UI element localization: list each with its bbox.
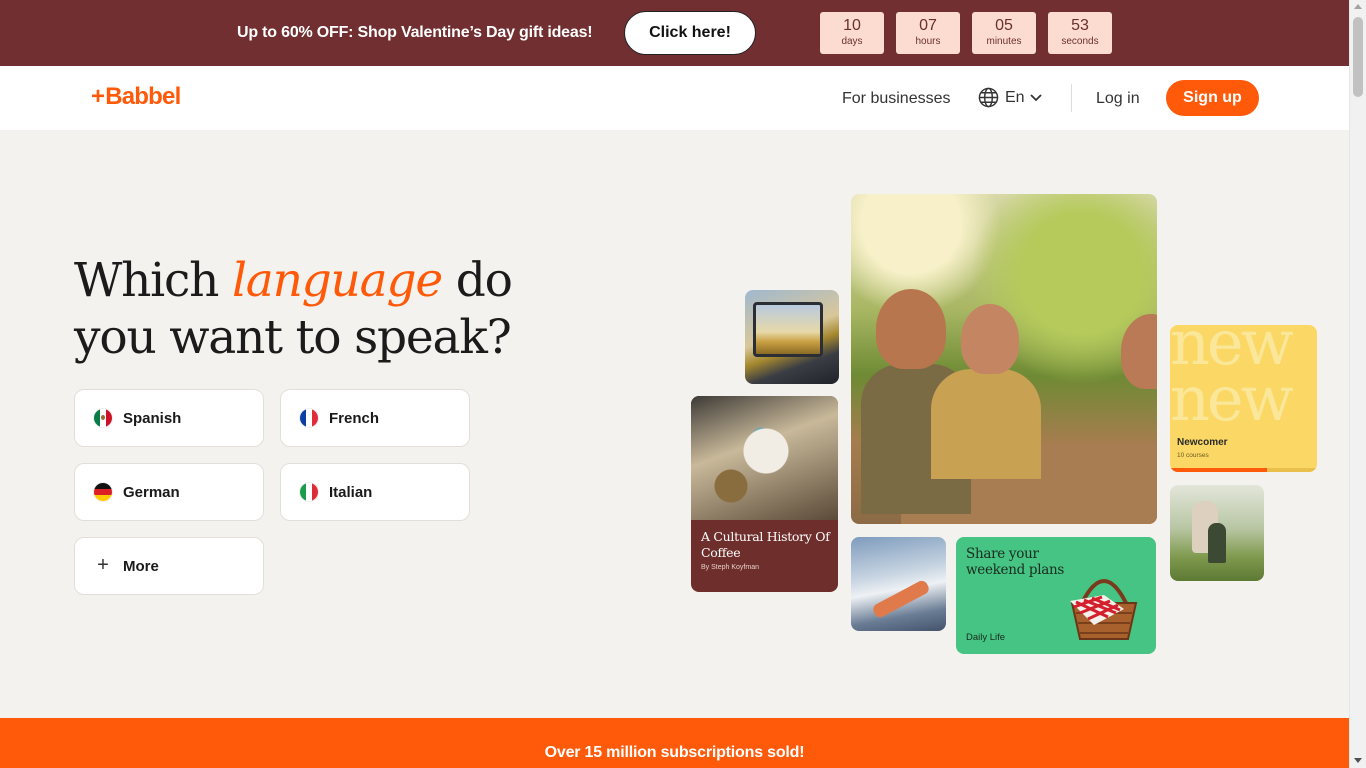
signup-button[interactable]: Sign up [1166,80,1259,116]
airplane-window-image [851,537,946,631]
language-label: Spanish [123,409,182,427]
language-card-more[interactable]: + More [74,537,264,595]
coffee-article-title: A Cultural History Of Coffee [701,529,830,560]
babbel-logo[interactable]: +Babbel [91,83,181,111]
logo-plus: + [91,83,105,110]
garden-image [1170,485,1264,581]
stats-text: Over 15 million subscriptions sold! [544,744,805,761]
countdown-value: 07 [919,17,937,34]
countdown-minutes: 05 minutes [972,12,1036,54]
login-link[interactable]: Log in [1096,90,1140,108]
weekend-plans-card[interactable]: Share your weekend plans Daily Life [956,537,1156,654]
countdown-label: days [841,36,863,47]
language-label: French [329,409,380,427]
language-card-french[interactable]: French [280,389,470,447]
picnic-basket-icon [1070,579,1138,640]
germany-flag-icon [93,482,113,502]
countdown-label: seconds [1061,36,1099,47]
new-watermark: new new [1170,325,1294,430]
weekend-plans-tag: Daily Life [966,632,1006,643]
site-header: +Babbel For businesses En Log in Sign up [0,66,1349,130]
countdown-label: hours [915,36,941,47]
language-card-german[interactable]: German [74,463,264,521]
newcomer-course-card[interactable]: new new Newcomer 10 courses [1170,325,1317,472]
car-window-image [745,290,839,384]
logo-text: Babbel [105,83,181,110]
new-watermark-line: new [1170,362,1294,435]
newcomer-courses: 10 courses [1177,452,1209,459]
scroll-thumb[interactable] [1353,17,1363,97]
countdown-value: 05 [995,17,1013,34]
coffee-article-author: By Steph Koyfman [701,564,759,571]
language-card-spanish[interactable]: Spanish [74,389,264,447]
scroll-up-arrow-icon[interactable] [1354,4,1362,9]
language-card-italian[interactable]: Italian [280,463,470,521]
hero-title: Which language do you want to speak? [74,252,513,366]
page-scrollbar[interactable] [1349,0,1366,768]
hero-title-accent: language [231,253,443,308]
countdown-days: 10 days [820,12,884,54]
nav-divider [1071,84,1072,112]
friends-dining-image [851,194,1157,524]
coffee-article-card[interactable]: A Cultural History Of Coffee By Steph Ko… [691,396,838,592]
newcomer-progress-bar [1170,468,1317,472]
language-label: En [1005,88,1025,106]
promo-click-here-button[interactable]: Click here! [624,11,756,55]
language-selector[interactable]: En [978,87,1043,108]
countdown-value: 53 [1071,17,1089,34]
mexico-flag-icon [93,408,113,428]
hero-title-part1: Which [74,253,232,308]
countdown-value: 10 [843,17,861,34]
countdown-hours: 07 hours [896,12,960,54]
france-flag-icon [299,408,319,428]
language-label: Italian [329,483,373,501]
chevron-down-icon [1029,93,1043,103]
language-label: More [123,557,159,575]
countdown-seconds: 53 seconds [1048,12,1112,54]
stats-band: Over 15 million subscriptions sold! [0,718,1349,768]
language-label: German [123,483,180,501]
promo-banner: Up to 60% OFF: Shop Valentine’s Day gift… [0,0,1349,66]
coffee-table-image [691,396,838,520]
plus-icon: + [97,554,109,576]
promo-text: Up to 60% OFF: Shop Valentine’s Day gift… [237,24,593,41]
hero-title-part2: do [441,253,513,308]
countdown-label: minutes [986,36,1022,47]
scroll-down-arrow-icon[interactable] [1354,758,1362,763]
hero-title-line2: you want to speak? [74,310,512,365]
globe-icon [978,87,999,108]
newcomer-label: Newcomer [1177,437,1228,448]
for-businesses-link[interactable]: For businesses [842,90,951,108]
italy-flag-icon [299,482,319,502]
